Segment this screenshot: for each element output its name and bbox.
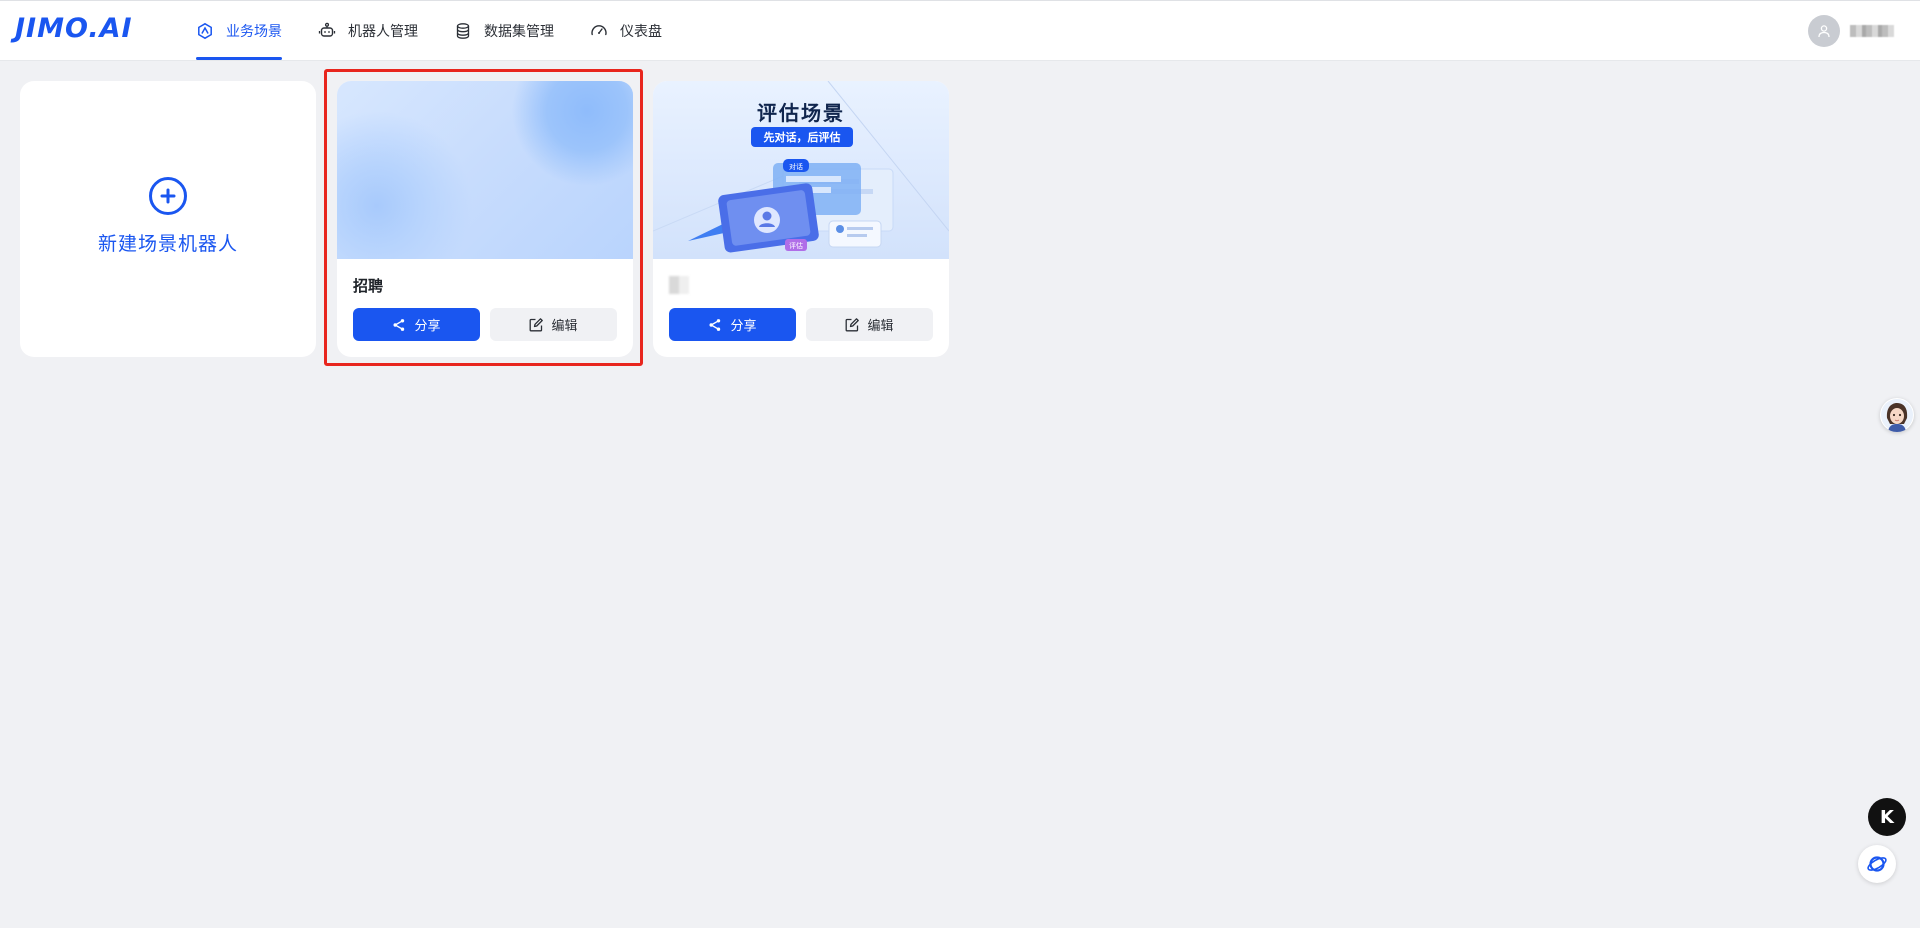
assistant-avatar-icon xyxy=(1881,399,1913,432)
user-name-redacted xyxy=(1850,25,1894,37)
scene-icon xyxy=(198,22,212,39)
nav-label: 数据集管理 xyxy=(484,23,554,40)
k-label: K xyxy=(1880,806,1894,828)
new-scene-robot-card[interactable]: 新建场景机器人 xyxy=(20,81,316,357)
share-button[interactable]: 分享 xyxy=(669,308,796,341)
nav-label: 机器人管理 xyxy=(348,23,418,40)
share-button[interactable]: 分享 xyxy=(353,308,480,341)
share-icon xyxy=(709,318,721,331)
chat-orbit-icon xyxy=(1867,856,1887,872)
edit-icon xyxy=(530,317,544,331)
robot-icon xyxy=(318,22,336,37)
scene-card-evaluation[interactable]: 评估 对话 评估场景 先对话，后评估 分享 编辑 xyxy=(653,81,949,357)
user-avatar[interactable] xyxy=(1808,15,1840,47)
share-label: 分享 xyxy=(414,319,441,334)
nav-label: 仪表盘 xyxy=(620,23,662,40)
help-chat-button[interactable] xyxy=(1858,845,1896,883)
dashboard-gauge-icon xyxy=(591,24,607,35)
jimo-logo[interactable]: JIMO.AI xyxy=(15,13,133,44)
database-icon xyxy=(456,22,470,39)
card-cover-image: 评估 对话 评估场景 先对话，后评估 xyxy=(653,81,949,259)
edit-button[interactable]: 编辑 xyxy=(806,308,933,341)
card-title: 招聘 xyxy=(353,277,384,295)
user-menu[interactable] xyxy=(1808,15,1894,47)
nav-label: 业务场景 xyxy=(226,23,282,40)
assistant-avatar-button[interactable] xyxy=(1880,398,1914,432)
cover-tag-evaluation: 评估 xyxy=(789,241,803,250)
nav-item-dataset-management[interactable]: 数据集管理 xyxy=(454,1,554,60)
plus-circle-icon xyxy=(149,176,187,215)
cover-title: 评估场景 xyxy=(757,101,845,125)
nav-item-business-scenes[interactable]: 业务场景 xyxy=(196,1,282,60)
edit-label: 编辑 xyxy=(551,319,578,334)
edit-button[interactable]: 编辑 xyxy=(490,308,617,341)
edit-label: 编辑 xyxy=(867,319,894,334)
share-label: 分享 xyxy=(730,319,757,334)
main-nav: 业务场景 机器人管理 数据集管理 仪表盘 xyxy=(196,1,698,61)
new-scene-robot-label: 新建场景机器人 xyxy=(97,232,238,255)
user-icon xyxy=(1818,25,1830,38)
k-widget-button[interactable]: K xyxy=(1868,798,1906,836)
cover-tag-dialog: 对话 xyxy=(789,162,803,171)
nav-item-dashboard[interactable]: 仪表盘 xyxy=(590,1,662,60)
top-navigation-bar: JIMO.AI 业务场景 机器人管理 数据集管理 仪表盘 xyxy=(0,0,1920,61)
card-title-redacted xyxy=(669,276,689,294)
cover-subtitle: 先对话，后评估 xyxy=(751,127,853,147)
card-cover-image xyxy=(337,81,633,259)
share-icon xyxy=(393,318,405,331)
nav-item-robot-management[interactable]: 机器人管理 xyxy=(318,1,418,60)
scene-card-recruitment[interactable]: 招聘 分享 编辑 xyxy=(337,81,633,357)
edit-icon xyxy=(846,317,860,331)
